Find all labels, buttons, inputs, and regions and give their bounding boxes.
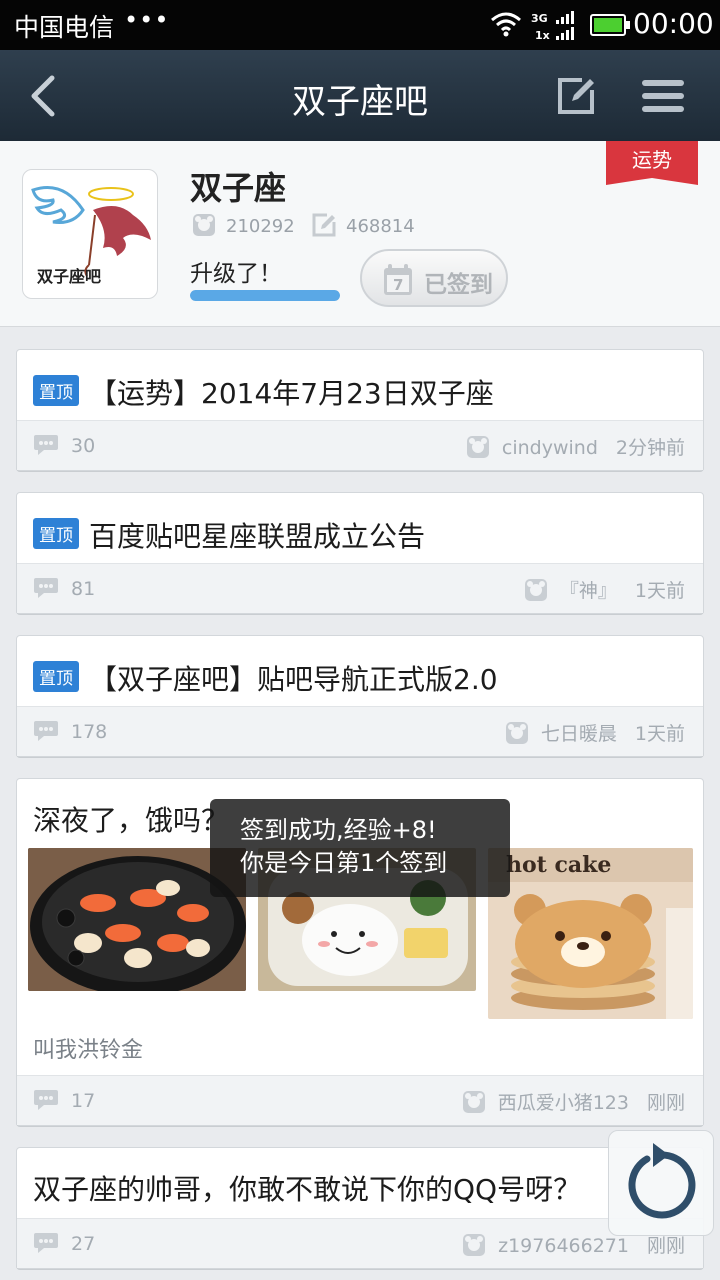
post-card[interactable]: 双子座的帅哥，你敢不敢说下你的QQ号呀？ 27 z1976466271 刚刚	[16, 1147, 704, 1269]
forum-logo: 双子座吧	[31, 186, 151, 286]
post-author: cindywind	[501, 437, 598, 459]
reply-count: 27	[33, 1231, 95, 1255]
post-title: 深夜了，饿吗？	[33, 804, 230, 837]
level-status: 升级了！	[190, 261, 282, 287]
post-time: 1天前	[634, 580, 685, 602]
user-icon	[505, 722, 528, 744]
reply-count-value: 81	[71, 578, 96, 600]
signed-in-label: 已签到	[424, 272, 493, 298]
page-title: 双子座吧	[292, 82, 428, 122]
signal-icon: 3G 1x	[531, 11, 574, 42]
pinned-badge: 置顶	[33, 661, 79, 692]
level-progress-fill	[190, 290, 340, 301]
post-card[interactable]: 置顶 百度贴吧星座联盟成立公告 81 『神』 1天前	[16, 492, 704, 614]
post-time: 刚刚	[646, 1092, 685, 1114]
post-footer: 27 z1976466271 刚刚	[17, 1218, 703, 1268]
post-title-text: 【运势】2014年7月23日双子座	[89, 377, 494, 410]
comment-icon	[34, 1233, 58, 1253]
reply-count-value: 178	[71, 721, 108, 743]
compose-icon[interactable]	[552, 72, 600, 120]
reply-count-value: 30	[71, 435, 96, 457]
post-meta: 『神』 1天前	[524, 576, 685, 603]
member-count: 210292	[192, 213, 295, 237]
forum-avatar[interactable]: 双子座吧	[22, 169, 158, 299]
post-card[interactable]: 置顶 【双子座吧】贴吧导航正式版2.0 178 七日暖晨 1天前	[16, 635, 704, 757]
post-footer: 178 七日暖晨 1天前	[17, 706, 703, 756]
post-title: 置顶 【运势】2014年7月23日双子座	[33, 372, 494, 412]
menu-icon[interactable]	[640, 76, 686, 116]
post-time: 刚刚	[646, 1235, 685, 1257]
carrier-name: 中国电信	[14, 13, 115, 42]
post-image[interactable]: hot cake	[488, 848, 693, 1019]
post-count: 468814	[312, 213, 415, 237]
post-title-text: 【双子座吧】贴吧导航正式版2.0	[89, 663, 498, 696]
post-author: 西瓜爱小猪123	[497, 1092, 629, 1114]
comment-icon	[34, 435, 58, 455]
comment-icon	[34, 721, 58, 741]
user-icon	[463, 1234, 486, 1256]
post-meta: cindywind 2分钟前	[466, 433, 685, 460]
post-title: 置顶 【双子座吧】贴吧导航正式版2.0	[33, 658, 498, 698]
post-preview: 叫我洪铃金	[33, 1038, 144, 1063]
image-caption: hot cake	[506, 852, 611, 878]
calendar-icon: 7	[384, 264, 412, 295]
pinned-badge: 置顶	[33, 518, 79, 549]
pinned-badge: 置顶	[33, 375, 79, 406]
user-icon	[466, 436, 489, 458]
wifi-icon	[491, 12, 521, 37]
post-card[interactable]: 置顶 【运势】2014年7月23日双子座 30 cindywind 2分钟前	[16, 349, 704, 471]
network-label: 3G	[531, 12, 548, 25]
post-footer: 17 西瓜爱小猪123 刚刚	[17, 1075, 703, 1125]
post-author: z1976466271	[498, 1235, 629, 1257]
post-count-value: 468814	[346, 216, 415, 237]
level-progress-bar	[190, 290, 340, 301]
post-footer: 30 cindywind 2分钟前	[17, 420, 703, 470]
forum-name: 双子座	[190, 169, 287, 207]
member-count-value: 210292	[226, 216, 295, 237]
post-title: 置顶 百度贴吧星座联盟成立公告	[33, 515, 425, 555]
post-meta: 西瓜爱小猪123 刚刚	[462, 1088, 685, 1115]
reply-count: 17	[33, 1088, 95, 1112]
signed-in-button[interactable]: 7 已签到	[360, 249, 508, 307]
post-footer: 81 『神』 1天前	[17, 563, 703, 613]
calendar-day: 7	[393, 276, 403, 294]
comment-icon	[34, 578, 58, 598]
reply-count-value: 17	[71, 1090, 96, 1112]
status-bar: 中国电信 ••• 3G 1x 00:00	[0, 0, 720, 50]
toast-line-2: 你是今日第1个签到	[240, 849, 448, 877]
reply-count: 178	[33, 719, 107, 743]
post-time: 2分钟前	[615, 437, 685, 459]
network2-label: 1x	[535, 29, 550, 42]
comment-icon	[34, 1090, 58, 1110]
toast-line-1: 签到成功,经验+8!	[240, 816, 437, 844]
reply-count: 30	[33, 433, 95, 457]
sign-in-toast: 签到成功,经验+8! 你是今日第1个签到	[210, 799, 510, 897]
refresh-icon	[628, 1143, 696, 1219]
nav-bar: 双子座吧	[0, 50, 720, 141]
post-author: 『神』	[559, 580, 617, 602]
pancake-image: hot cake	[488, 848, 693, 1019]
reply-count: 81	[33, 576, 95, 600]
clock: 00:00	[633, 7, 714, 40]
post-title-text: 百度贴吧星座联盟成立公告	[89, 520, 426, 553]
post-icon	[312, 213, 336, 237]
notification-dots: •••	[124, 6, 170, 34]
member-icon	[193, 214, 215, 236]
reply-count-value: 27	[71, 1233, 96, 1255]
refresh-button[interactable]	[608, 1130, 714, 1236]
post-time: 1天前	[634, 723, 685, 745]
user-icon	[462, 1091, 485, 1113]
post-author: 七日暖晨	[540, 723, 617, 745]
post-title: 双子座的帅哥，你敢不敢说下你的QQ号呀？	[33, 1173, 582, 1206]
avatar-text: 双子座吧	[37, 267, 101, 286]
battery-icon	[590, 14, 630, 36]
user-icon	[524, 579, 547, 601]
post-meta: 七日暖晨 1天前	[505, 719, 685, 746]
